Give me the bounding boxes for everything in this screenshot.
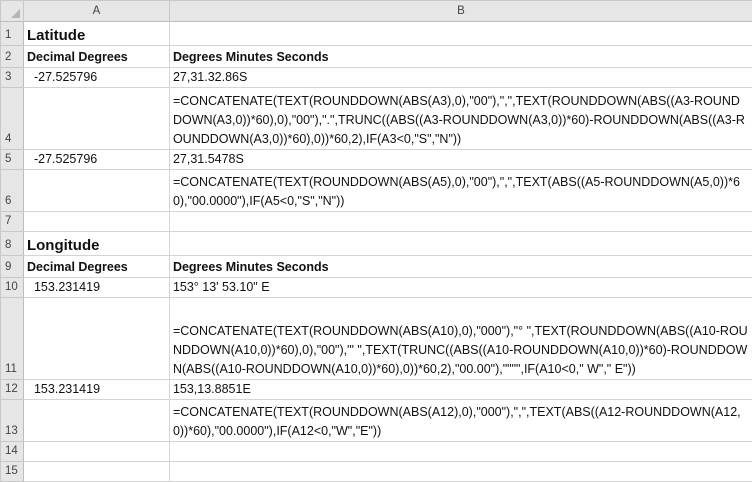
cell-a5[interactable]: -27.525796 [23, 150, 169, 170]
table-row: 11 =CONCATENATE(TEXT(ROUNDDOWN(ABS(A10),… [1, 298, 752, 380]
row-header[interactable]: 14 [1, 442, 24, 462]
cell-b11[interactable]: =CONCATENATE(TEXT(ROUNDDOWN(ABS(A10),0),… [169, 298, 752, 380]
row-header[interactable]: 6 [1, 170, 24, 212]
cell-a6[interactable] [23, 170, 169, 212]
cell-a14[interactable] [23, 442, 169, 462]
table-row: 4 =CONCATENATE(TEXT(ROUNDDOWN(ABS(A3),0)… [1, 88, 752, 150]
row-header[interactable]: 15 [1, 462, 24, 482]
table-row: 1 Latitude [1, 22, 752, 46]
cell-a15[interactable] [23, 462, 169, 482]
column-header-a[interactable]: A [23, 1, 169, 22]
cell-a8[interactable]: Longitude [23, 232, 169, 256]
row-header[interactable]: 10 [1, 278, 24, 298]
row-header[interactable]: 11 [1, 298, 24, 380]
cell-a10[interactable]: 153.231419 [23, 278, 169, 298]
table-row: 6 =CONCATENATE(TEXT(ROUNDDOWN(ABS(A5),0)… [1, 170, 752, 212]
cell-b7[interactable] [169, 212, 752, 232]
select-all-triangle-icon [11, 9, 20, 18]
table-row: 3 -27.525796 27,31.32.86S [1, 68, 752, 88]
table-row: 9 Decimal Degrees Degrees Minutes Second… [1, 256, 752, 278]
cell-a3[interactable]: -27.525796 [23, 68, 169, 88]
row-header[interactable]: 9 [1, 256, 24, 278]
row-header[interactable]: 5 [1, 150, 24, 170]
table-row: 7 [1, 212, 752, 232]
table-row: 15 [1, 462, 752, 482]
cell-b15[interactable] [169, 462, 752, 482]
spreadsheet: A B 1 Latitude 2 Decimal Degrees Degrees… [0, 0, 752, 478]
cell-a12[interactable]: 153.231419 [23, 380, 169, 400]
cell-b10[interactable]: 153° 13' 53.10" E [169, 278, 752, 298]
cell-b1[interactable] [169, 22, 752, 46]
cell-a7[interactable] [23, 212, 169, 232]
column-header-b[interactable]: B [169, 1, 752, 22]
cell-a11[interactable] [23, 298, 169, 380]
cell-a13[interactable] [23, 400, 169, 442]
cell-b3[interactable]: 27,31.32.86S [169, 68, 752, 88]
column-header-row: A B [1, 1, 752, 22]
select-all-corner[interactable] [1, 1, 24, 22]
cell-b5[interactable]: 27,31.5478S [169, 150, 752, 170]
cell-b2[interactable]: Degrees Minutes Seconds [169, 46, 752, 68]
cell-b14[interactable] [169, 442, 752, 462]
table-row: 5 -27.525796 27,31.5478S [1, 150, 752, 170]
row-header[interactable]: 8 [1, 232, 24, 256]
row-header[interactable]: 1 [1, 22, 24, 46]
table-row: 10 153.231419 153° 13' 53.10" E [1, 278, 752, 298]
row-header[interactable]: 13 [1, 400, 24, 442]
cell-a2[interactable]: Decimal Degrees [23, 46, 169, 68]
row-header[interactable]: 2 [1, 46, 24, 68]
table-row: 14 [1, 442, 752, 462]
cell-a1[interactable]: Latitude [23, 22, 169, 46]
table-row: 13 =CONCATENATE(TEXT(ROUNDDOWN(ABS(A12),… [1, 400, 752, 442]
table-row: 12 153.231419 153,13.8851E [1, 380, 752, 400]
cell-b8[interactable] [169, 232, 752, 256]
cell-b6[interactable]: =CONCATENATE(TEXT(ROUNDDOWN(ABS(A5),0),"… [169, 170, 752, 212]
row-header[interactable]: 4 [1, 88, 24, 150]
cell-a9[interactable]: Decimal Degrees [23, 256, 169, 278]
cell-b12[interactable]: 153,13.8851E [169, 380, 752, 400]
row-header[interactable]: 3 [1, 68, 24, 88]
cell-b9[interactable]: Degrees Minutes Seconds [169, 256, 752, 278]
row-header[interactable]: 12 [1, 380, 24, 400]
table-row: 2 Decimal Degrees Degrees Minutes Second… [1, 46, 752, 68]
table-row: 8 Longitude [1, 232, 752, 256]
cell-a4[interactable] [23, 88, 169, 150]
row-header[interactable]: 7 [1, 212, 24, 232]
cell-b13[interactable]: =CONCATENATE(TEXT(ROUNDDOWN(ABS(A12),0),… [169, 400, 752, 442]
cell-grid: A B 1 Latitude 2 Decimal Degrees Degrees… [0, 0, 752, 482]
cell-b4[interactable]: =CONCATENATE(TEXT(ROUNDDOWN(ABS(A3),0),"… [169, 88, 752, 150]
